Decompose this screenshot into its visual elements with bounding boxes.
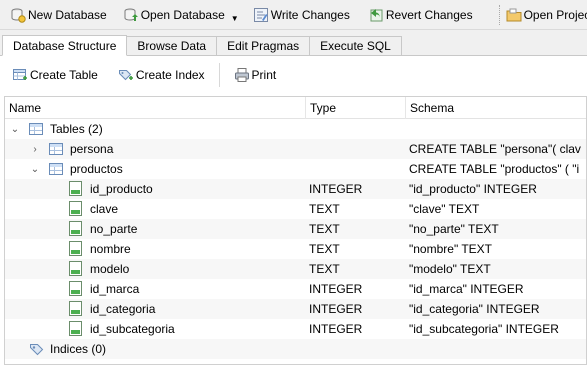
open-database-icon [123,7,139,23]
create-index-label: Create Index [135,68,205,82]
tables-group-icon [29,123,43,135]
tree-node-field[interactable]: modelo TEXT "modelo" TEXT [5,259,586,279]
field-schema: "id_subcategoria" INTEGER [409,322,559,336]
revert-changes-icon [368,7,384,23]
tree-node-field[interactable]: id_categoria INTEGER "id_categoria" INTE… [5,299,586,319]
field-type: TEXT [309,202,340,216]
tree-header: Name Type Schema [5,97,586,119]
tree-node-table-productos[interactable]: ⌄ productos CREATE TABLE "productos" ( "… [5,159,586,179]
table-icon [49,163,63,175]
open-project-icon [506,7,522,23]
field-type: TEXT [309,262,340,276]
field-type: INTEGER [309,282,363,296]
field-schema: "id_producto" INTEGER [409,182,537,196]
indices-group-label: Indices (0) [50,342,107,356]
field-name: id_producto [90,182,153,196]
tree-node-tables[interactable]: ⌄ Tables (2) [5,119,586,139]
column-header-name[interactable]: Name [5,97,306,119]
open-project-button[interactable]: Open Project [500,3,587,27]
table-name: persona [70,142,114,156]
tree-node-field[interactable]: id_producto INTEGER "id_producto" INTEGE… [5,179,586,199]
revert-changes-label: Revert Changes [385,7,473,22]
tree-node-field[interactable]: clave TEXT "clave" TEXT [5,199,586,219]
field-icon [69,241,82,256]
table-schema: CREATE TABLE "persona"( clav [409,142,581,156]
field-type: TEXT [309,242,340,256]
open-project-label: Open Project [523,7,587,22]
schema-tree[interactable]: Name Type Schema ⌄ Tables (2) › persona … [4,96,587,365]
field-name: id_subcategoria [90,322,175,336]
tree-node-field[interactable]: nombre TEXT "nombre" TEXT [5,239,586,259]
chevron-down-icon[interactable]: ⌄ [29,163,41,175]
field-name: id_marca [90,282,140,296]
print-label: Print [251,68,277,82]
chevron-down-icon: ▼ [230,14,239,23]
create-table-label: Create Table [30,68,98,82]
create-table-icon [12,67,28,83]
tree-node-field[interactable]: no_parte TEXT "no_parte" TEXT [5,219,586,239]
column-header-type[interactable]: Type [306,97,406,119]
table-icon [49,143,63,155]
tree-node-field[interactable]: id_subcategoria INTEGER "id_subcategoria… [5,319,586,339]
field-icon [69,321,82,336]
chevron-down-icon[interactable]: ⌄ [9,123,21,135]
field-name: modelo [90,262,130,276]
create-index-icon [118,67,134,83]
field-schema: "no_parte" TEXT [409,222,499,236]
field-name: nombre [90,242,131,256]
field-icon [69,181,82,196]
tab-browse-data[interactable]: Browse Data [126,36,218,55]
field-name: no_parte [90,222,138,236]
tables-group-label: Tables (2) [50,122,103,136]
field-icon [69,221,82,236]
field-schema: "nombre" TEXT [409,242,492,256]
tree-node-table-persona[interactable]: › persona CREATE TABLE "persona"( clav [5,139,586,159]
tree-node-field[interactable]: id_marca INTEGER "id_marca" INTEGER [5,279,586,299]
tab-edit-pragmas[interactable]: Edit Pragmas [216,36,311,55]
field-type: INTEGER [309,302,363,316]
print-icon [234,67,250,83]
new-database-label: New Database [28,7,107,22]
write-changes-button[interactable]: Write Changes [247,3,354,27]
revert-changes-button[interactable]: Revert Changes [362,3,477,27]
write-changes-label: Write Changes [270,7,350,22]
main-toolbar: New Database Open Database ▼ Write Chang… [0,0,587,30]
open-database-label: Open Database [140,7,225,22]
structure-toolbar: Create Table Create Index Print [0,56,587,94]
new-database-button[interactable]: New Database [4,3,111,27]
new-database-icon [10,7,26,23]
column-header-schema[interactable]: Schema [406,97,586,119]
field-name: clave [90,202,119,216]
create-table-button[interactable]: Create Table [8,67,102,83]
create-index-button[interactable]: Create Index [114,67,209,83]
field-name: id_categoria [90,302,156,316]
field-schema: "id_categoria" INTEGER [409,302,540,316]
field-schema: "clave" TEXT [409,202,480,216]
toolbar-separator [218,63,220,87]
tab-execute-sql[interactable]: Execute SQL [309,36,402,55]
open-database-dropdown[interactable]: ▼ [229,3,241,27]
open-database-button[interactable]: Open Database [117,3,229,27]
field-icon [69,261,82,276]
write-changes-icon [253,7,269,23]
index-icon [29,341,44,356]
tab-database-structure[interactable]: Database Structure [2,35,128,56]
field-type: INTEGER [309,322,363,336]
field-schema: "modelo" TEXT [409,262,491,276]
field-schema: "id_marca" INTEGER [409,282,524,296]
print-button[interactable]: Print [230,67,281,83]
database-structure-panel: Create Table Create Index Print Name Typ… [0,56,587,365]
table-schema: CREATE TABLE "productos" ( "i [409,162,580,176]
field-icon [69,281,82,296]
field-icon [69,201,82,216]
field-icon [69,301,82,316]
field-type: TEXT [309,222,340,236]
tree-node-indices[interactable]: Indices (0) [5,339,586,359]
table-name: productos [70,162,123,176]
field-type: INTEGER [309,182,363,196]
main-tab-bar: Database Structure Browse Data Edit Prag… [0,35,587,56]
chevron-right-icon[interactable]: › [29,143,41,155]
